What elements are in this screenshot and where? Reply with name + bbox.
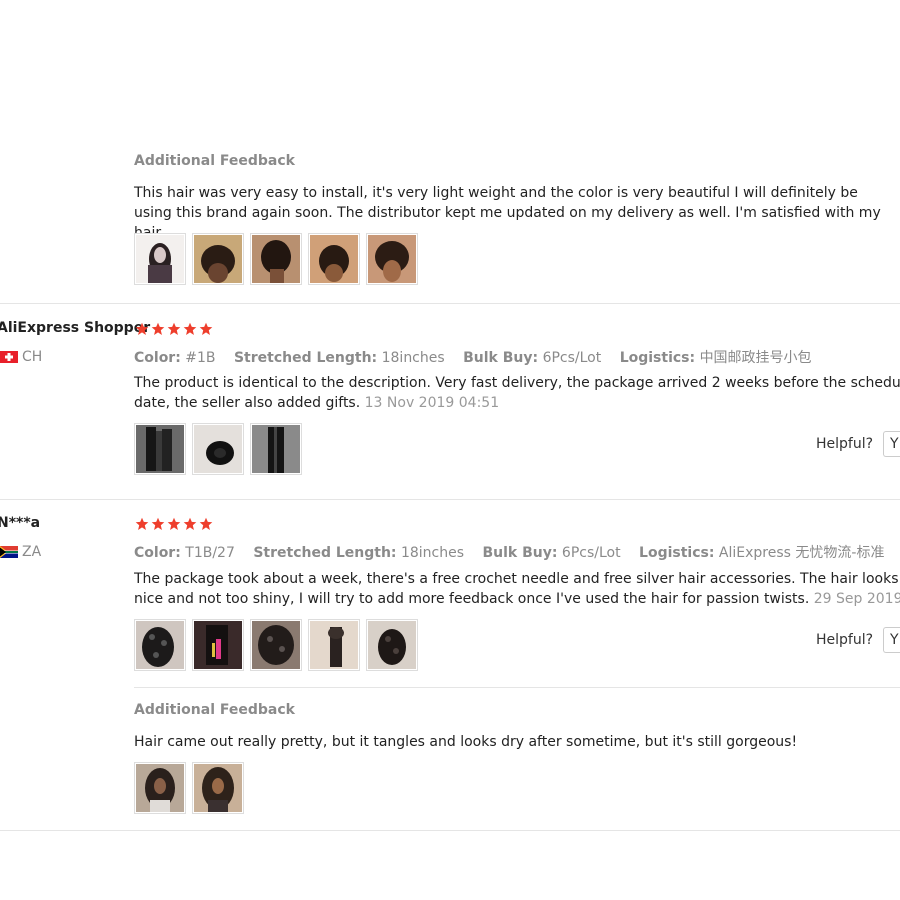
review-photo-thumbnail[interactable] bbox=[366, 233, 418, 285]
attr-length-label: Stretched Length: bbox=[233, 350, 378, 366]
sku-attributes: Color: T1B/27 Stretched Length: 18inches… bbox=[134, 542, 898, 562]
review-date: 29 Sep 2019 13:1 bbox=[813, 591, 900, 607]
review-photo-thumbnail[interactable] bbox=[134, 233, 186, 285]
reviewer-name: N***a bbox=[0, 515, 41, 531]
review-photo-thumbnail[interactable] bbox=[250, 423, 302, 475]
review-photo-thumbnail[interactable] bbox=[192, 619, 244, 671]
south-africa-flag-icon bbox=[0, 546, 18, 558]
review-divider bbox=[0, 499, 900, 500]
helpful-yes-button[interactable]: Y bbox=[883, 431, 900, 457]
review-photo-thumbnail[interactable] bbox=[134, 619, 186, 671]
attr-bulk-value: 6Pcs/Lot bbox=[561, 545, 621, 561]
review-photo-thumbnail[interactable] bbox=[192, 423, 244, 475]
attr-bulk-value: 6Pcs/Lot bbox=[542, 350, 602, 366]
attr-color-value: T1B/27 bbox=[185, 545, 235, 561]
review-photo-thumbnail[interactable] bbox=[250, 233, 302, 285]
star-icon bbox=[183, 322, 197, 335]
star-icon bbox=[183, 517, 197, 530]
review-text: The package took about a week, there's a… bbox=[134, 569, 900, 609]
attr-color-label: Color: bbox=[134, 350, 181, 366]
review-photo-thumbnail[interactable] bbox=[192, 233, 244, 285]
review-photo-thumbnail[interactable] bbox=[134, 762, 186, 814]
helpful-vote: Helpful? Y bbox=[816, 627, 900, 653]
review-text-line: The package took about a week, there's a… bbox=[134, 571, 900, 587]
attr-logistics-value: AliExpress 无忧物流-标准 bbox=[718, 545, 885, 561]
helpful-label: Helpful? bbox=[816, 632, 874, 648]
review-photo-thumbnail[interactable] bbox=[366, 619, 418, 671]
reviewer-country: ZA bbox=[0, 544, 41, 560]
review-text: The product is identical to the descript… bbox=[134, 373, 900, 413]
additional-feedback-text: Hair came out really pretty, but it tang… bbox=[134, 734, 798, 750]
attr-color-label: Color: bbox=[134, 545, 181, 561]
attr-length-label: Stretched Length: bbox=[253, 545, 397, 561]
review-date: 13 Nov 2019 04:51 bbox=[364, 395, 500, 411]
star-icon bbox=[151, 322, 165, 335]
review-photo-list bbox=[134, 423, 302, 475]
review-text-line: The product is identical to the descript… bbox=[134, 375, 900, 391]
star-icon bbox=[167, 322, 181, 335]
star-rating bbox=[135, 517, 213, 531]
star-icon bbox=[135, 322, 149, 335]
attr-bulk-label: Bulk Buy: bbox=[463, 350, 539, 366]
star-icon bbox=[151, 517, 165, 530]
attr-logistics-value: 中国邮政挂号小包 bbox=[699, 350, 812, 366]
star-icon bbox=[199, 517, 213, 530]
attr-length-value: 18inches bbox=[381, 350, 445, 366]
attr-length-value: 18inches bbox=[400, 545, 465, 561]
swiss-flag-icon bbox=[0, 351, 18, 363]
reviewer-name: AliExpress Shopper bbox=[0, 320, 151, 336]
feedback-photo-list bbox=[134, 762, 244, 814]
review-text-line: date, the seller also added gifts. bbox=[134, 395, 361, 411]
review-photo-thumbnail[interactable] bbox=[134, 423, 186, 475]
attr-bulk-label: Bulk Buy: bbox=[482, 545, 558, 561]
helpful-yes-button[interactable]: Y bbox=[883, 627, 900, 653]
reviewer-country: CH bbox=[0, 349, 42, 365]
attr-color-value: #1B bbox=[185, 350, 216, 366]
star-rating bbox=[135, 322, 213, 336]
additional-feedback-title: Additional Feedback bbox=[134, 153, 295, 169]
helpful-vote: Helpful? Y bbox=[816, 431, 900, 457]
review-photo-thumbnail[interactable] bbox=[308, 233, 360, 285]
feedback-divider bbox=[134, 687, 900, 688]
star-icon bbox=[135, 517, 149, 530]
review-divider bbox=[0, 303, 900, 304]
review-photo-thumbnail[interactable] bbox=[250, 619, 302, 671]
country-code: CH bbox=[22, 349, 43, 365]
review-divider bbox=[0, 830, 900, 831]
sku-attributes: Color: #1B Stretched Length: 18inches Bu… bbox=[134, 347, 826, 367]
feedback-photo-list bbox=[134, 233, 418, 285]
attr-logistics-label: Logistics: bbox=[639, 545, 715, 561]
review-text-line: nice and not too shiny, I will try to ad… bbox=[134, 591, 810, 607]
additional-feedback-title: Additional Feedback bbox=[134, 702, 295, 718]
helpful-label: Helpful? bbox=[816, 436, 874, 452]
review-photo-thumbnail[interactable] bbox=[308, 619, 360, 671]
review-photo-list bbox=[134, 619, 418, 671]
attr-logistics-label: Logistics: bbox=[619, 350, 696, 366]
review-photo-thumbnail[interactable] bbox=[192, 762, 244, 814]
country-code: ZA bbox=[22, 544, 42, 560]
star-icon bbox=[199, 322, 213, 335]
star-icon bbox=[167, 517, 181, 530]
